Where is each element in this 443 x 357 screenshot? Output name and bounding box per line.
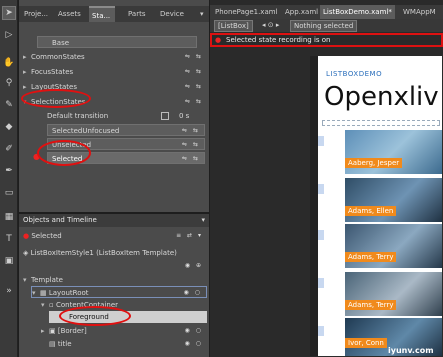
group-actions-icon[interactable]: ⇋ ⇆ xyxy=(185,81,203,93)
item-gutter xyxy=(318,230,324,240)
collapse-arrow-icon[interactable]: ▾ xyxy=(23,274,31,286)
list-item[interactable]: Adams, Ellen xyxy=(345,178,442,222)
eye-lock-icons[interactable]: ◉ ○ xyxy=(184,287,202,299)
text-tool-icon[interactable]: T xyxy=(2,232,16,246)
breadcrumb-nav-icon[interactable]: ◂ ⊙ ▸ xyxy=(262,19,279,32)
recording-dot-icon: ● xyxy=(23,232,30,240)
highlight-oval xyxy=(59,306,131,326)
template-breadcrumb[interactable]: ◈ ListBoxItemStyle1 (ListBoxItem Templat… xyxy=(23,247,207,259)
list-item[interactable]: Adams, Terry xyxy=(345,272,442,316)
paint-bucket-tool-icon[interactable]: ◆ xyxy=(2,120,16,134)
canvas-ruler xyxy=(310,56,318,356)
state-actions-icon[interactable]: ⇋ ⇆ xyxy=(182,125,200,137)
container-icon: ▫ xyxy=(49,301,54,309)
breadcrumb-status[interactable]: Nothing selected xyxy=(290,20,358,32)
state-selectedunfocused[interactable]: SelectedUnfocused ⇋ ⇆ xyxy=(47,124,205,136)
doc-tab-app[interactable]: App.xaml xyxy=(282,5,321,19)
page-title: Openxliv xyxy=(324,82,439,112)
doc-tab-wmappmanifest[interactable]: WMAppM xyxy=(400,5,439,19)
base-state[interactable]: Base xyxy=(37,36,197,48)
highlight-oval xyxy=(21,89,91,108)
collapse-arrow-icon[interactable]: ▾ xyxy=(32,287,40,299)
list-item[interactable]: Aaberg, Jesper xyxy=(345,130,442,174)
highlight-oval xyxy=(37,140,91,166)
control-tool-icon[interactable]: ▣ xyxy=(2,254,16,268)
timeline-icons[interactable]: ≡ ⇄ ▾ xyxy=(176,230,203,242)
panel-title: Objects and Timeline xyxy=(19,214,209,227)
document-tabs: PhonePage1.xaml App.xaml ListBoxDemo.xam… xyxy=(210,5,443,19)
timeline-selected-state: ● Selected ≡ ⇄ ▾ xyxy=(23,230,203,242)
group-actions-icon[interactable]: ⇋ ⇆ xyxy=(185,96,203,108)
eye-lock-icons[interactable]: ◉ ⊕ xyxy=(185,260,203,272)
list-item[interactable]: Adams, Terry xyxy=(345,224,442,268)
item-gutter xyxy=(318,326,324,336)
expand-arrow-icon[interactable]: ▸ xyxy=(41,325,49,337)
tree-border[interactable]: ▸ ▣ [Border] ◉ ○ xyxy=(41,325,207,337)
tab-parts[interactable]: Parts xyxy=(125,6,149,22)
tree-title[interactable]: ▤ title ◉ ○ xyxy=(49,338,207,350)
pin-icon[interactable]: ▾ xyxy=(201,216,205,224)
objects-timeline-panel: Objects and Timeline ▾ ● Selected ≡ ⇄ ▾ … xyxy=(19,214,209,357)
app-title: LISTBOXDEMO xyxy=(326,70,383,78)
state-group-commonstates[interactable]: ▸ CommonStates ⇋ ⇆ xyxy=(23,51,207,63)
template-icon: ◈ xyxy=(23,249,29,257)
recording-dot-icon[interactable]: ● xyxy=(215,35,221,45)
expand-arrow-icon[interactable]: ▸ xyxy=(23,66,31,78)
tree-template[interactable]: ▾ Template xyxy=(23,274,207,286)
breadcrumb-listbox[interactable]: [ListBox] xyxy=(214,20,253,32)
group-actions-icon[interactable]: ⇋ ⇆ xyxy=(185,51,203,63)
tab-projects[interactable]: Proje... xyxy=(21,6,51,22)
default-transition-row: Default transition 0 s xyxy=(47,110,190,122)
tab-device[interactable]: Device xyxy=(157,6,187,22)
zoom-tool-icon[interactable]: ⚲ xyxy=(2,76,16,90)
expand-arrow-icon[interactable]: ▸ xyxy=(23,51,31,63)
phone-canvas: LISTBOXDEMO Openxliv Aaberg, Jesper Adam… xyxy=(318,56,442,356)
panel-tabs: Proje... Assets Sta... Parts Device ▾ xyxy=(19,6,209,22)
doc-tab-listboxdemo[interactable]: ListBoxDemo.xaml* xyxy=(320,5,395,19)
eyedropper-tool-icon[interactable]: ✎ xyxy=(2,98,16,112)
tab-states[interactable]: Sta... xyxy=(89,6,115,22)
watermark: iyunv.com xyxy=(388,346,434,355)
rectangle-tool-icon[interactable]: ▭ xyxy=(2,186,16,200)
collapse-arrow-icon[interactable]: ▾ xyxy=(41,299,49,311)
listbox-bounds xyxy=(322,120,440,126)
state-group-focusstates[interactable]: ▸ FocusStates ⇋ ⇆ xyxy=(23,66,207,78)
eye-lock-icons[interactable]: ◉ ○ xyxy=(185,338,203,350)
transition-checkbox[interactable] xyxy=(161,112,169,120)
tab-assets[interactable]: Assets xyxy=(55,6,83,22)
breadcrumb-bar: [ListBox] ◂ ⊙ ▸ Nothing selected xyxy=(210,19,443,32)
textblock-icon: ▤ xyxy=(49,340,56,348)
state-actions-icon[interactable]: ⇋ ⇆ xyxy=(182,153,200,165)
item-gutter xyxy=(318,278,324,288)
pan-tool-icon[interactable]: ✋ xyxy=(2,56,16,70)
tree-layoutroot[interactable]: ▾ ▦ LayoutRoot ◉ ○ xyxy=(31,286,207,298)
item-gutter xyxy=(318,136,324,146)
brush-tool-icon[interactable]: ✐ xyxy=(2,142,16,156)
grid-icon: ▦ xyxy=(40,289,47,297)
layout-panel-tool-icon[interactable]: ▦ xyxy=(2,210,16,224)
document-area: PhonePage1.xaml App.xaml ListBoxDemo.xam… xyxy=(210,0,443,357)
doc-tab-phonepage1[interactable]: PhonePage1.xaml xyxy=(212,5,281,19)
states-panel: Proje... Assets Sta... Parts Device ▾ Ba… xyxy=(19,0,209,212)
assets-tool-icon[interactable]: » xyxy=(2,284,16,298)
group-actions-icon[interactable]: ⇋ ⇆ xyxy=(185,66,203,78)
item-gutter xyxy=(318,184,324,194)
pin-icon[interactable]: ▾ xyxy=(197,6,207,22)
pen-tool-icon[interactable]: ✒ xyxy=(2,164,16,178)
state-actions-icon[interactable]: ⇋ ⇆ xyxy=(182,139,200,151)
selection-tool-icon[interactable]: ➤ xyxy=(2,6,16,20)
eye-lock-icons[interactable]: ◉ ○ xyxy=(185,325,203,337)
border-icon: ▣ xyxy=(49,327,56,335)
visibility-header: ◉ ⊕ xyxy=(23,260,207,272)
recording-bar: ● Selected state recording is on xyxy=(210,33,443,47)
tools-toolbar: ➤ ▷ ✋ ⚲ ✎ ◆ ✐ ✒ ▭ ▦ T ▣ » xyxy=(0,0,18,357)
transition-value[interactable]: 0 s xyxy=(179,110,189,122)
direct-select-tool-icon[interactable]: ▷ xyxy=(2,28,16,42)
